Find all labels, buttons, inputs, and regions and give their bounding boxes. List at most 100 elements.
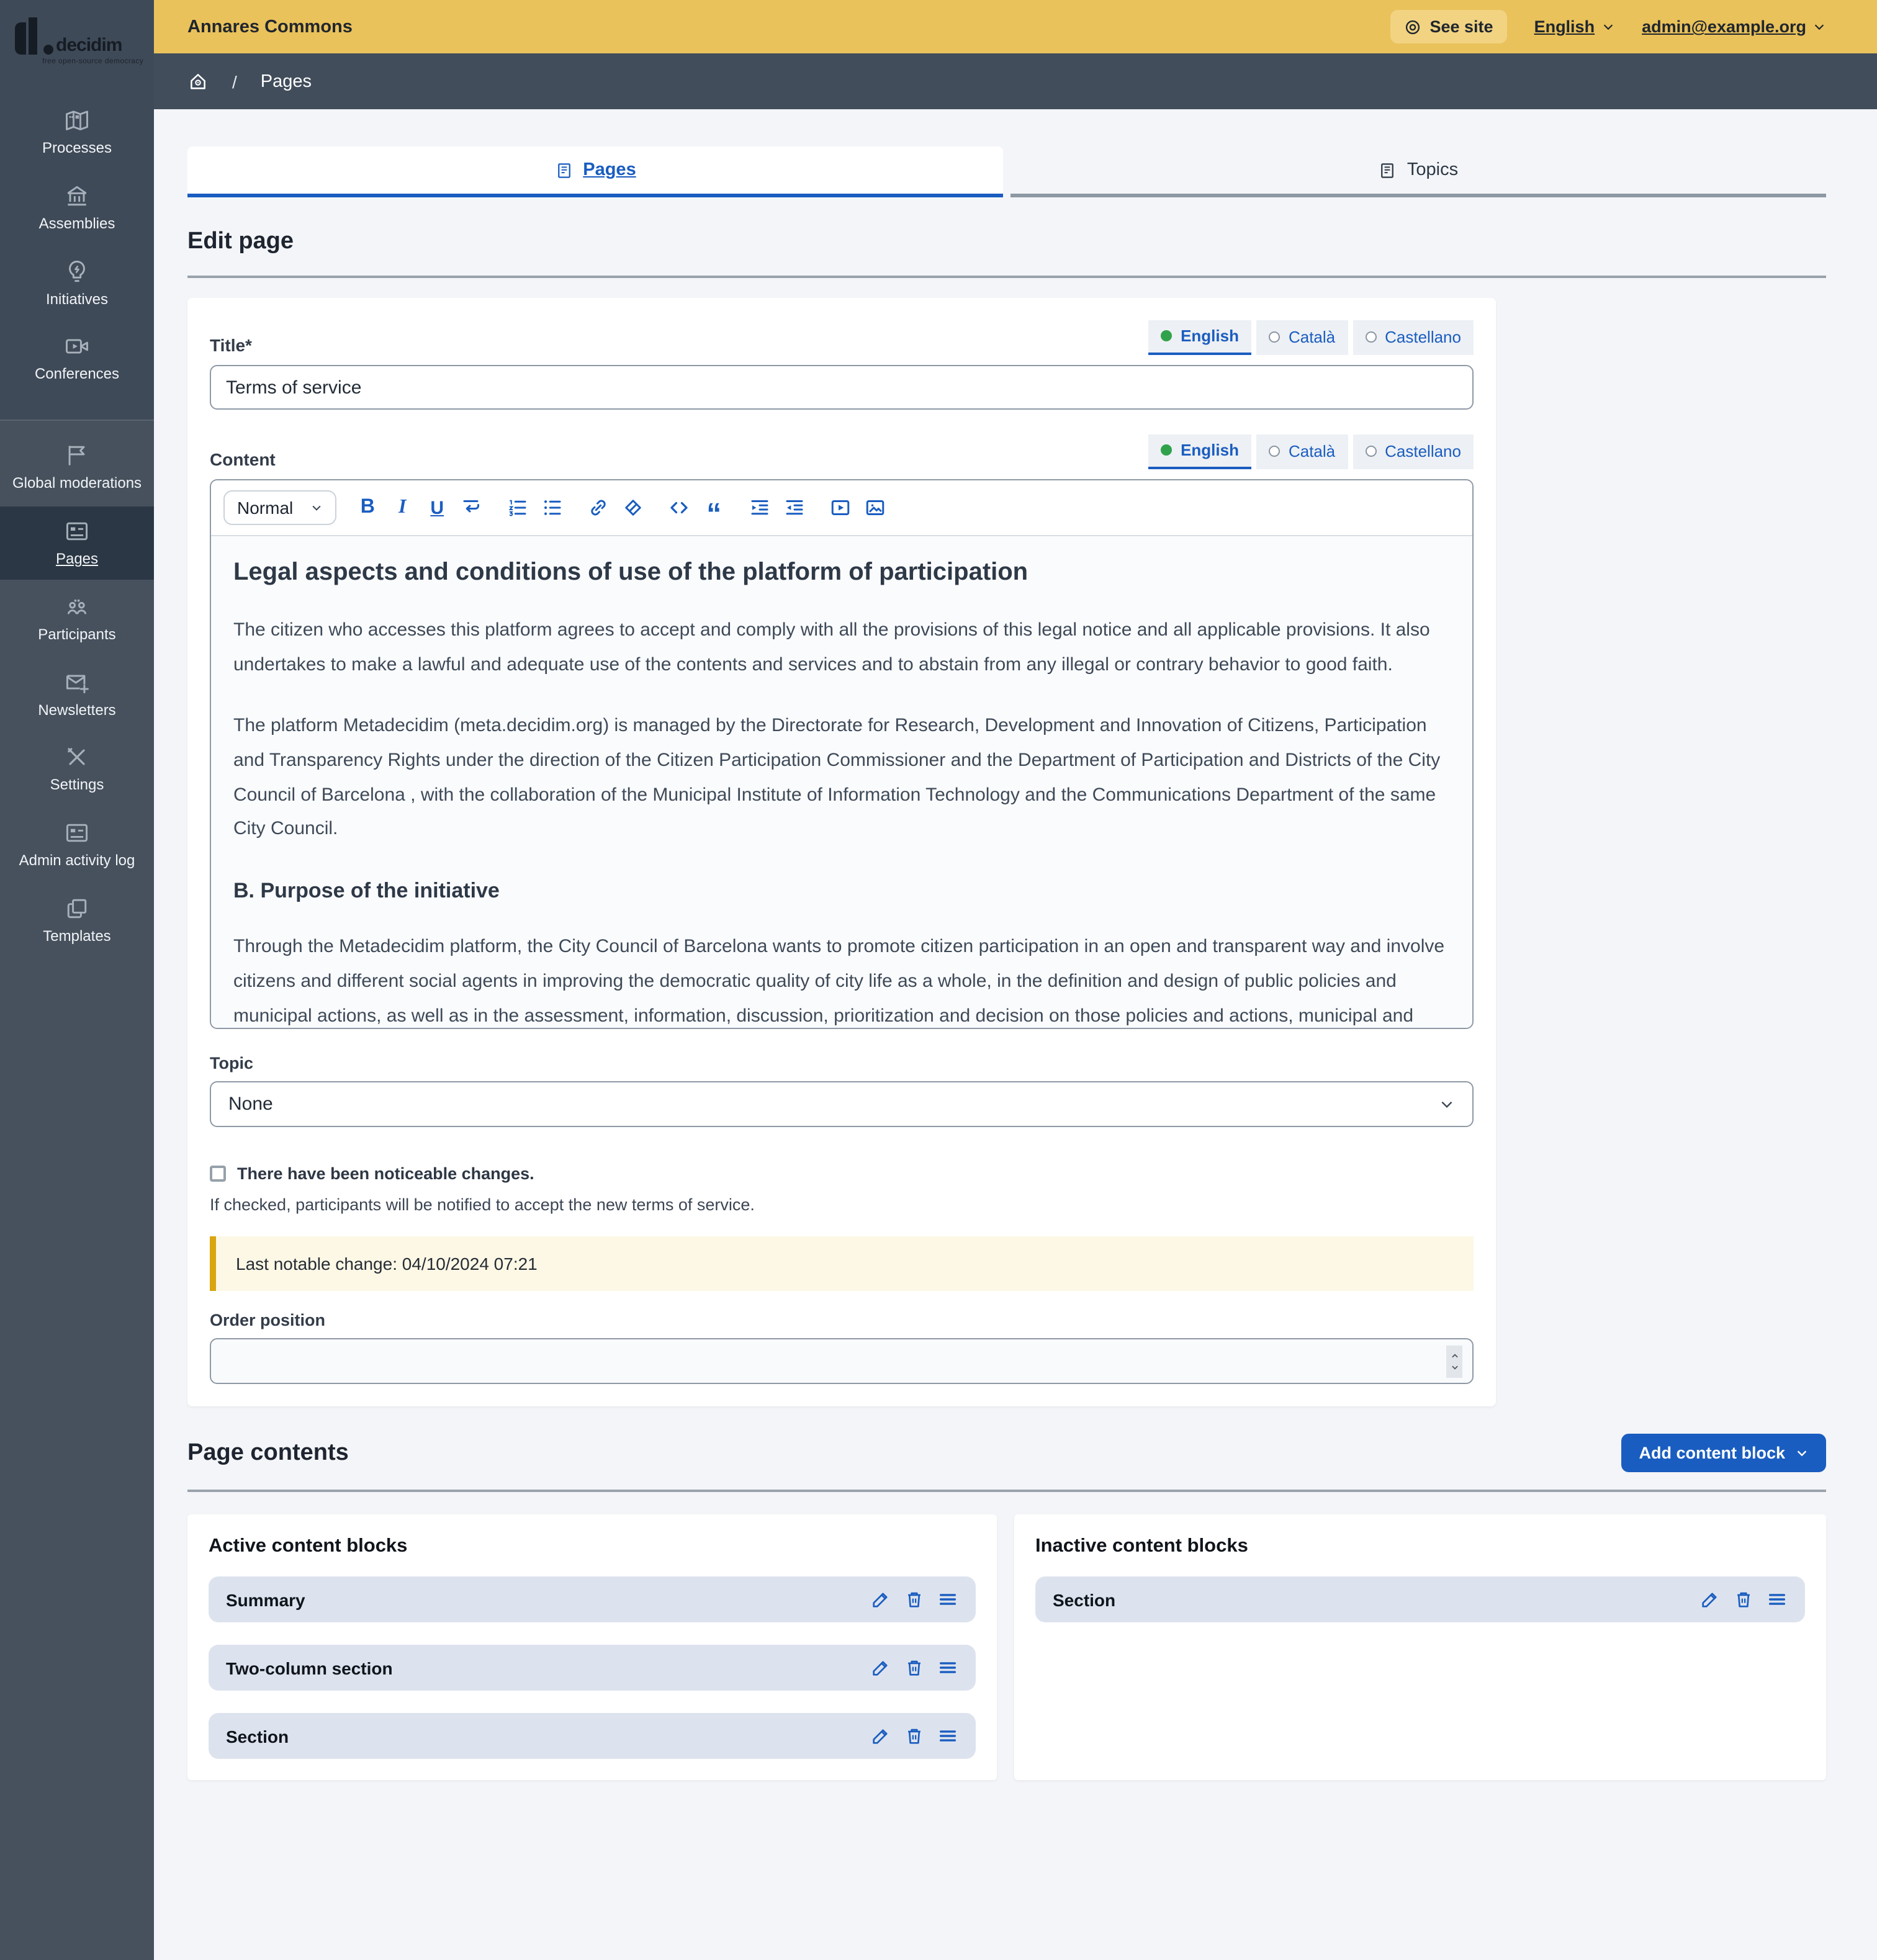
chevron-down-icon <box>1601 20 1614 34</box>
edit-pencil-icon[interactable] <box>870 1725 891 1746</box>
inactive-content-blocks-card: Inactive content blocks Section <box>1014 1514 1826 1780</box>
chevron-up-icon <box>1449 1351 1459 1360</box>
indent-icon[interactable] <box>745 493 775 523</box>
sidebar-item-global-moderations[interactable]: Global moderations <box>0 431 154 504</box>
order-position-label: Order position <box>210 1311 1474 1329</box>
topics-tab-icon <box>1379 161 1397 179</box>
edit-pencil-icon[interactable] <box>870 1657 891 1678</box>
organization-name: Annares Commons <box>187 17 353 37</box>
blockquote-icon[interactable]: “ <box>699 493 729 523</box>
sidebar-item-conferences[interactable]: Conferences <box>0 322 154 395</box>
editor-content[interactable]: Legal aspects and conditions of use of t… <box>211 536 1472 1028</box>
video-embed-icon[interactable] <box>826 493 855 523</box>
content-block-row[interactable]: Section <box>209 1713 976 1759</box>
image-icon[interactable] <box>860 493 890 523</box>
topic-select[interactable]: None <box>210 1081 1474 1127</box>
see-site-label: See site <box>1429 17 1493 36</box>
ordered-list-icon[interactable] <box>503 493 533 523</box>
breadcrumb-pages[interactable]: Pages <box>261 71 312 91</box>
drag-handle-icon[interactable] <box>937 1589 958 1610</box>
noticeable-changes-checkbox[interactable] <box>210 1166 226 1182</box>
decidim-logo-tagline: free open-source democracy <box>42 58 144 66</box>
order-position-input[interactable] <box>210 1338 1474 1384</box>
drag-handle-icon[interactable] <box>1767 1589 1788 1610</box>
outdent-icon[interactable] <box>780 493 809 523</box>
sidebar-group-spaces: Processes Assemblies Initiatives Confere… <box>0 78 154 420</box>
noticeable-changes-label: There have been noticeable changes. <box>237 1164 534 1183</box>
content-block-row[interactable]: Section <box>1035 1576 1805 1622</box>
sidebar-item-pages[interactable]: Pages <box>0 506 154 580</box>
title-input[interactable] <box>210 365 1474 410</box>
sidebar-item-label: Pages <box>56 551 98 569</box>
content-block-name: Section <box>1053 1589 1115 1609</box>
people-icon <box>63 593 91 621</box>
content-block-row[interactable]: Two-column section <box>209 1645 976 1691</box>
sidebar-item-label: Newsletters <box>38 702 115 719</box>
add-content-block-label: Add content block <box>1639 1444 1786 1462</box>
delete-trash-icon[interactable] <box>904 1725 925 1746</box>
drag-handle-icon[interactable] <box>937 1725 958 1746</box>
topic-select-value: None <box>228 1094 273 1115</box>
edit-pencil-icon[interactable] <box>1699 1589 1721 1610</box>
editor-paragraph: The citizen who accesses this platform a… <box>233 613 1450 683</box>
unlink-icon[interactable] <box>618 493 648 523</box>
lang-tab-catala[interactable]: Català <box>1256 434 1348 469</box>
lang-tab-castellano[interactable]: Castellano <box>1353 320 1474 355</box>
user-menu[interactable]: admin@example.org <box>1642 17 1826 36</box>
sidebar-item-label: Assemblies <box>39 216 115 233</box>
lang-tab-english[interactable]: English <box>1148 434 1251 469</box>
paragraph-style-select[interactable]: Normal <box>223 490 336 525</box>
bullet-list-icon[interactable] <box>538 493 567 523</box>
sidebar-item-admin-activity-log[interactable]: Admin activity log <box>0 808 154 881</box>
lang-tab-catala[interactable]: Català <box>1256 320 1348 355</box>
title-language-tabs: English Català Castellano <box>1148 320 1474 355</box>
sidebar-item-settings[interactable]: Settings <box>0 733 154 806</box>
sidebar-item-assemblies[interactable]: Assemblies <box>0 171 154 245</box>
editor-heading-1: Legal aspects and conditions of use of t… <box>233 559 1450 587</box>
empty-locale-ring-icon <box>1269 446 1280 457</box>
filled-locale-dot-icon <box>1161 444 1172 456</box>
tools-icon <box>63 744 91 771</box>
decidim-logo[interactable]: decidim free open-source democracy <box>0 0 154 78</box>
link-icon[interactable] <box>583 493 613 523</box>
lang-tab-label: Castellano <box>1385 328 1461 346</box>
topbar: Annares Commons See site English admin@e… <box>154 0 1877 53</box>
code-icon[interactable] <box>664 493 694 523</box>
tab-topics[interactable]: Topics <box>1011 146 1826 197</box>
tab-pages[interactable]: Pages <box>187 146 1003 197</box>
sidebar-item-initiatives[interactable]: Initiatives <box>0 246 154 320</box>
sidebar-item-templates[interactable]: Templates <box>0 884 154 957</box>
lang-tab-label: English <box>1181 326 1239 345</box>
breadcrumb: / Pages <box>154 53 1877 109</box>
line-break-icon[interactable] <box>457 493 487 523</box>
home-icon[interactable] <box>187 71 209 92</box>
lang-tab-label: Català <box>1289 328 1335 346</box>
number-stepper[interactable] <box>1446 1345 1462 1377</box>
delete-trash-icon[interactable] <box>904 1657 925 1678</box>
sidebar-item-newsletters[interactable]: Newsletters <box>0 657 154 731</box>
title-label: Title* <box>210 335 252 355</box>
see-site-button[interactable]: See site <box>1390 10 1506 43</box>
content-block-row[interactable]: Summary <box>209 1576 976 1622</box>
delete-trash-icon[interactable] <box>904 1589 925 1610</box>
sidebar-item-participants[interactable]: Participants <box>0 582 154 655</box>
video-camera-icon <box>63 333 91 361</box>
lang-tab-english[interactable]: English <box>1148 320 1251 355</box>
language-menu[interactable]: English <box>1534 17 1615 36</box>
lang-tab-castellano[interactable]: Castellano <box>1353 434 1474 469</box>
underline-icon[interactable]: U <box>422 493 452 523</box>
edit-pencil-icon[interactable] <box>870 1589 891 1610</box>
italic-icon[interactable]: I <box>387 493 417 523</box>
decidim-logo-mark <box>15 17 56 55</box>
decidim-logo-word: decidim <box>56 36 122 55</box>
rich-text-editor: Normal B I U <box>210 479 1474 1029</box>
sidebar-item-label: Participants <box>38 627 115 644</box>
sidebar-item-processes[interactable]: Processes <box>0 96 154 169</box>
drag-handle-icon[interactable] <box>937 1657 958 1678</box>
breadcrumb-separator: / <box>232 71 237 91</box>
sidebar-item-label: Templates <box>43 928 110 946</box>
lang-tab-label: English <box>1181 441 1239 459</box>
bold-icon[interactable]: B <box>353 493 382 523</box>
add-content-block-button[interactable]: Add content block <box>1622 1434 1827 1472</box>
delete-trash-icon[interactable] <box>1733 1589 1754 1610</box>
